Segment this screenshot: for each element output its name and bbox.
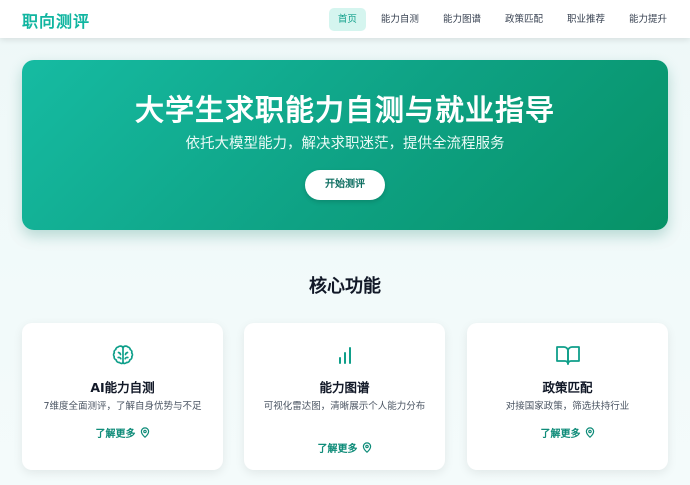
location-pin-icon	[362, 442, 372, 453]
features-title: 核心功能	[309, 276, 381, 297]
hero-subtitle: 依托大模型能力，解决求职迷茫，提供全流程服务	[185, 136, 505, 152]
main-nav: 首页 能力自测 能力图谱 政策匹配 职业推荐 能力提升	[328, 8, 676, 31]
nav-item-ability-improve[interactable]: 能力提升	[620, 8, 676, 31]
nav-item-self-test[interactable]: 能力自测	[372, 8, 428, 31]
learn-more-label: 了解更多	[540, 429, 581, 440]
hero-banner: 大学生求职能力自测与就业指导 依托大模型能力，解决求职迷茫，提供全流程服务 开始…	[22, 60, 668, 230]
nav-item-policy-match[interactable]: 政策匹配	[496, 8, 552, 31]
feature-card-title: 政策匹配	[542, 380, 593, 395]
learn-more-label: 了解更多	[317, 444, 358, 455]
learn-more-link[interactable]: 了解更多	[22, 425, 223, 440]
brand-logo[interactable]: 职向测评	[22, 8, 90, 32]
brain-icon	[22, 343, 223, 367]
feature-card-self-test: AI能力自测 7维度全面测评，了解自身优势与不足 了解更多	[22, 323, 223, 470]
hero-title: 大学生求职能力自测与就业指导	[134, 93, 555, 127]
feature-card-desc: 对接国家政策，筛选扶持行业	[505, 401, 630, 412]
learn-more-link[interactable]: 了解更多	[244, 440, 445, 455]
nav-item-ability-map[interactable]: 能力图谱	[434, 8, 490, 31]
bar-chart-icon	[244, 343, 445, 367]
feature-card-ability-map: 能力图谱 可视化雷达图，清晰展示个人能力分布 了解更多	[244, 323, 445, 470]
book-open-icon	[467, 343, 668, 367]
start-test-button[interactable]: 开始测评	[305, 170, 385, 200]
learn-more-label: 了解更多	[95, 429, 136, 440]
feature-card-policy-match: 政策匹配 对接国家政策，筛选扶持行业 了解更多	[467, 323, 668, 470]
top-navbar: 职向测评 首页 能力自测 能力图谱 政策匹配 职业推荐 能力提升	[0, 0, 690, 38]
nav-item-career-recommend[interactable]: 职业推荐	[558, 8, 614, 31]
location-pin-icon	[140, 427, 150, 438]
feature-card-desc: 可视化雷达图，清晰展示个人能力分布	[263, 401, 426, 412]
nav-item-home[interactable]: 首页	[328, 8, 366, 31]
feature-card-title: AI能力自测	[90, 380, 155, 395]
location-pin-icon	[585, 427, 595, 438]
feature-card-desc: 7维度全面测评，了解自身优势与不足	[43, 401, 202, 412]
learn-more-link[interactable]: 了解更多	[467, 425, 668, 440]
feature-card-title: 能力图谱	[319, 380, 370, 395]
